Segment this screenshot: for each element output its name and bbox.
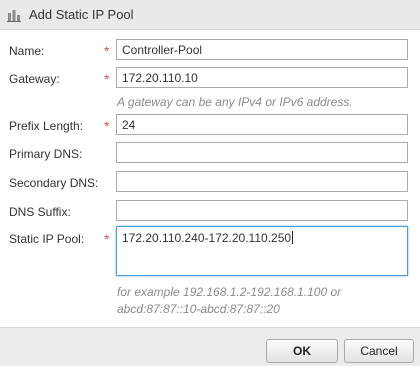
static-ip-pool-hint-line2: abcd:87:87::10-abcd:87:87::20 — [117, 302, 280, 316]
text-caret — [292, 231, 294, 244]
ok-button[interactable]: OK — [266, 339, 338, 363]
prefix-length-label: Prefix Length: — [9, 119, 84, 133]
prefix-length-field[interactable]: 24 — [116, 114, 408, 135]
primary-dns-label: Primary DNS: — [9, 147, 83, 161]
static-ip-pool-hint-line1: for example 192.168.1.2-192.168.1.100 or — [117, 285, 342, 299]
primary-dns-field[interactable] — [116, 142, 408, 163]
dialog-titlebar: Add Static IP Pool — [0, 0, 420, 30]
ip-pool-icon — [7, 8, 21, 22]
static-ip-pool-value: 172.20.110.240-172.20.110.250 — [122, 231, 292, 245]
dns-suffix-field[interactable] — [116, 200, 408, 221]
dialog-footer: OK Cancel — [0, 327, 420, 366]
secondary-dns-field[interactable] — [116, 171, 408, 192]
static-ip-pool-textarea[interactable]: 172.20.110.240-172.20.110.250 — [116, 226, 408, 276]
cancel-button[interactable]: Cancel — [344, 339, 414, 363]
name-label: Name: — [9, 44, 45, 58]
name-required-marker: * — [104, 43, 110, 59]
dns-suffix-label: DNS Suffix: — [9, 205, 71, 219]
dialog-title: Add Static IP Pool — [29, 7, 134, 22]
static-ip-pool-label: Static IP Pool: — [9, 232, 85, 246]
gateway-required-marker: * — [104, 71, 110, 87]
static-ip-pool-required-marker: * — [104, 231, 110, 247]
secondary-dns-label: Secondary DNS: — [9, 176, 99, 190]
gateway-field[interactable]: 172.20.110.10 — [116, 67, 408, 88]
gateway-hint: A gateway can be any IPv4 or IPv6 addres… — [117, 95, 353, 109]
prefix-length-required-marker: * — [104, 118, 110, 134]
name-field[interactable]: Controller-Pool — [116, 39, 408, 60]
add-static-ip-pool-dialog: Add Static IP Pool Name: * Controller-Po… — [0, 0, 420, 366]
gateway-label: Gateway: — [9, 72, 60, 86]
